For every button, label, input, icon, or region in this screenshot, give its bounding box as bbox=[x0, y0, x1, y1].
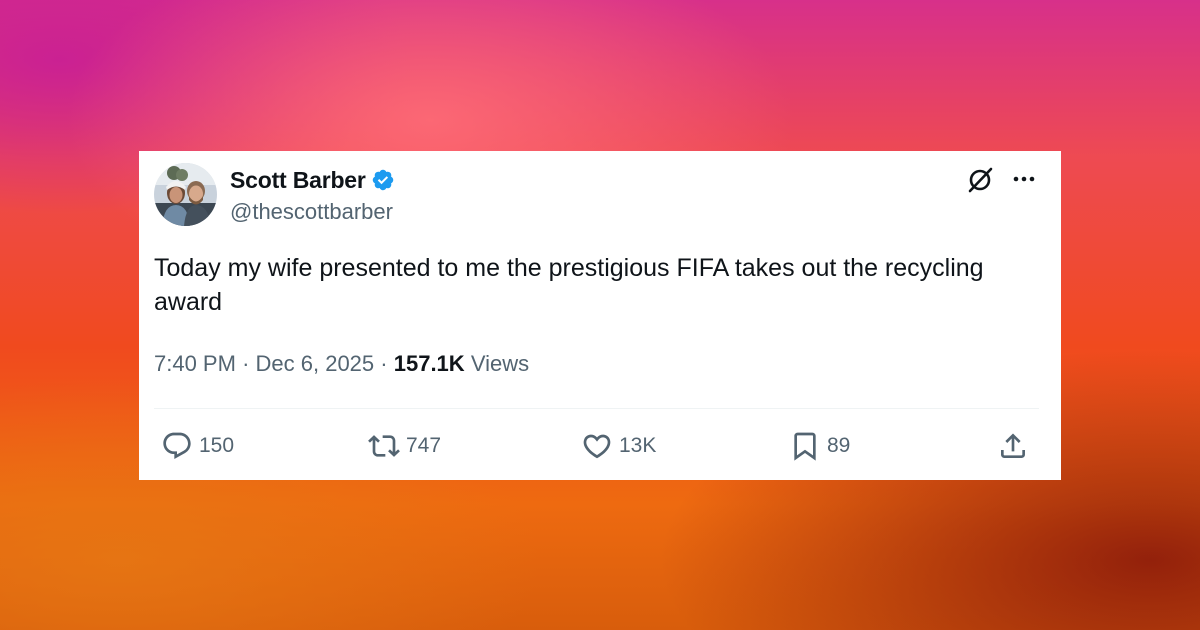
verified-badge-icon bbox=[372, 169, 393, 191]
avatar[interactable] bbox=[154, 163, 217, 226]
reply-icon bbox=[163, 432, 191, 459]
bookmark-button[interactable]: 89 bbox=[789, 430, 850, 462]
divider bbox=[154, 408, 1039, 409]
author-handle[interactable]: @thescottbarber bbox=[230, 199, 393, 225]
views-count[interactable]: 157.1K bbox=[394, 351, 465, 376]
avatar-photo bbox=[154, 163, 217, 226]
author-name[interactable]: Scott Barber bbox=[230, 167, 366, 194]
like-count: 13K bbox=[619, 434, 657, 457]
author-name-row: Scott Barber bbox=[230, 165, 395, 195]
tweet-card: Scott Barber @thescottbarber Today my wi… bbox=[139, 151, 1061, 480]
meta-separator: · bbox=[380, 351, 388, 376]
like-button[interactable]: 13K bbox=[581, 430, 656, 462]
meta-separator: · bbox=[242, 351, 250, 376]
retweet-count: 747 bbox=[406, 434, 442, 457]
tweet-text: Today my wife presented to me the presti… bbox=[154, 254, 984, 316]
more-icon[interactable] bbox=[1011, 169, 1037, 189]
retweet-button[interactable]: 747 bbox=[368, 430, 441, 462]
heart-icon bbox=[583, 434, 611, 459]
tweet-date[interactable]: Dec 6, 2025 bbox=[256, 351, 375, 376]
views-label: Views bbox=[470, 351, 530, 376]
grok-icon[interactable] bbox=[965, 165, 995, 195]
bookmark-count: 89 bbox=[827, 434, 851, 457]
retweet-icon bbox=[368, 435, 400, 457]
reply-count: 150 bbox=[199, 434, 235, 457]
bookmark-icon bbox=[794, 432, 816, 461]
reply-button[interactable]: 150 bbox=[161, 430, 234, 462]
share-icon bbox=[1001, 433, 1025, 458]
tweet-time[interactable]: 7:40 PM bbox=[154, 351, 236, 376]
share-button[interactable] bbox=[997, 430, 1029, 462]
tweet-meta: 7:40 PM · Dec 6, 2025 · 157.1K Views bbox=[154, 351, 529, 377]
